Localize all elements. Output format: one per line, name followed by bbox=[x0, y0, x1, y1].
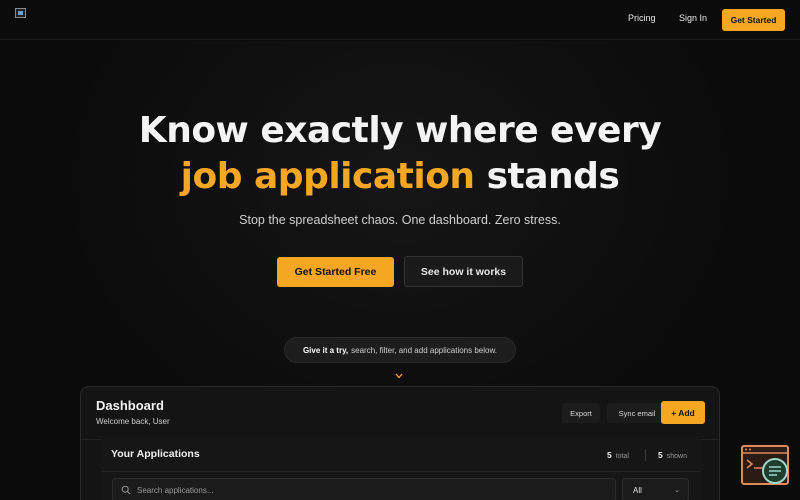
try-it-hint-bold: Give it a try, bbox=[302, 345, 349, 355]
dashboard-welcome: Welcome back, User bbox=[96, 417, 170, 426]
chat-widget-icon[interactable] bbox=[741, 445, 791, 487]
top-navbar: Pricing Sign In Get Started bbox=[0, 0, 800, 40]
add-application-button[interactable]: + Add bbox=[661, 401, 705, 424]
status-filter-value: All bbox=[633, 485, 642, 495]
chevron-down-icon bbox=[395, 373, 403, 379]
hero-headline-line1: Know exactly where every bbox=[138, 110, 662, 151]
nav-get-started-button[interactable]: Get Started bbox=[722, 9, 785, 31]
logo-image[interactable] bbox=[15, 8, 26, 18]
hero-headline-accent: job application bbox=[180, 156, 475, 197]
hero-headline-line2: job application stands bbox=[0, 156, 800, 197]
nav-pricing-link[interactable]: Pricing bbox=[628, 13, 656, 23]
nav-sign-in-link[interactable]: Sign In bbox=[679, 13, 707, 23]
see-how-it-works-button[interactable]: See how it works bbox=[404, 256, 523, 287]
shown-count: 5 shown bbox=[658, 450, 687, 460]
total-count-label: total bbox=[615, 453, 629, 460]
shown-count-value: 5 bbox=[658, 450, 663, 460]
search-input[interactable]: Search applications... bbox=[112, 478, 616, 500]
applications-panel: Your Applications 5 total 5 shown Search a… bbox=[101, 439, 701, 500]
dashboard-title: Dashboard bbox=[96, 398, 164, 413]
total-count-value: 5 bbox=[607, 450, 612, 460]
search-placeholder: Search applications... bbox=[137, 485, 214, 495]
hero-subtitle: Stop the spreadsheet chaos. One dashboar… bbox=[239, 213, 561, 227]
try-it-hint-text: search, filter, and add applications bel… bbox=[351, 345, 498, 355]
count-separator bbox=[645, 449, 646, 461]
total-count: 5 total bbox=[607, 450, 629, 460]
shown-count-label: shown bbox=[666, 453, 687, 460]
applications-title: Your Applications bbox=[111, 448, 200, 460]
export-button[interactable]: Export bbox=[562, 403, 600, 423]
get-started-free-button[interactable]: Get Started Free bbox=[277, 257, 394, 287]
hero-headline-rest: stands bbox=[474, 156, 620, 197]
sync-email-button[interactable]: Sync email bbox=[607, 403, 667, 423]
applications-divider bbox=[101, 471, 701, 472]
chevron-down-icon: ⌄ bbox=[674, 487, 680, 494]
search-icon bbox=[121, 485, 131, 495]
dashboard-preview: Dashboard Welcome back, User Export Sync… bbox=[80, 386, 720, 500]
status-filter-select[interactable]: All ⌄ bbox=[622, 478, 689, 500]
try-it-hint: Give it a try, search, filter, and add a… bbox=[284, 337, 516, 363]
